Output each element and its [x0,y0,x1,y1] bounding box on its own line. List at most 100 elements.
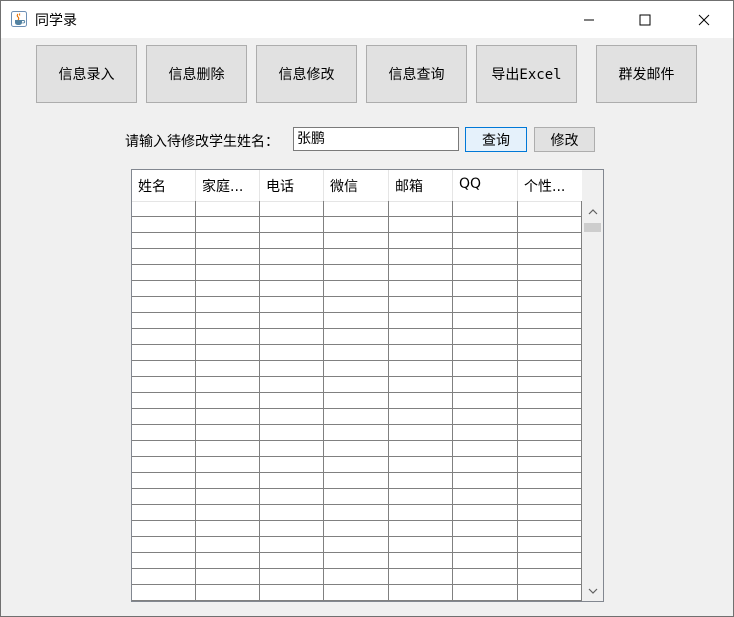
table-cell[interactable] [132,345,196,361]
table-cell[interactable] [260,585,324,601]
table-cell[interactable] [196,425,260,441]
table-row[interactable] [132,585,582,601]
table-row[interactable] [132,329,582,345]
table-cell[interactable] [453,457,518,473]
table-cell[interactable] [453,521,518,537]
table-cell[interactable] [132,569,196,585]
table-row[interactable] [132,313,582,329]
table-cell[interactable] [324,457,389,473]
table-cell[interactable] [132,489,196,505]
table-cell[interactable] [453,345,518,361]
table-cell[interactable] [389,217,453,233]
table-cell[interactable] [389,521,453,537]
table-cell[interactable] [518,441,582,457]
table-cell[interactable] [196,233,260,249]
table-cell[interactable] [324,297,389,313]
table-cell[interactable] [132,377,196,393]
table-row[interactable] [132,233,582,249]
table-cell[interactable] [453,553,518,569]
table-cell[interactable] [196,553,260,569]
vertical-scrollbar[interactable] [582,170,603,601]
table-cell[interactable] [389,313,453,329]
table-cell[interactable] [389,329,453,345]
table-cell[interactable] [518,265,582,281]
table-cell[interactable] [453,249,518,265]
table-row[interactable] [132,377,582,393]
table-cell[interactable] [324,553,389,569]
table-row[interactable] [132,409,582,425]
table-cell[interactable] [389,345,453,361]
table-cell[interactable] [453,265,518,281]
table-cell[interactable] [132,425,196,441]
table-cell[interactable] [132,409,196,425]
table-cell[interactable] [389,441,453,457]
table-cell[interactable] [196,537,260,553]
table-cell[interactable] [389,569,453,585]
info-modify-button[interactable]: 信息修改 [256,45,357,103]
table-cell[interactable] [260,537,324,553]
table-cell[interactable] [260,393,324,409]
table-cell[interactable] [132,361,196,377]
column-header-qq[interactable]: QQ [453,170,518,201]
table-row[interactable] [132,361,582,377]
table-cell[interactable] [260,345,324,361]
table-cell[interactable] [196,329,260,345]
table-cell[interactable] [389,393,453,409]
table-cell[interactable] [260,249,324,265]
table-cell[interactable] [132,281,196,297]
table-cell[interactable] [518,393,582,409]
table-row[interactable] [132,201,582,217]
table-cell[interactable] [132,521,196,537]
table-cell[interactable] [453,377,518,393]
table-cell[interactable] [389,457,453,473]
student-name-input[interactable]: 张鹏 [293,127,459,151]
table-cell[interactable] [324,345,389,361]
table-cell[interactable] [518,249,582,265]
maximize-button[interactable] [622,1,668,38]
table-cell[interactable] [324,217,389,233]
table-row[interactable] [132,489,582,505]
table-cell[interactable] [453,537,518,553]
table-cell[interactable] [518,473,582,489]
column-header-address[interactable]: 家庭... [196,170,260,201]
table-cell[interactable] [518,489,582,505]
table-cell[interactable] [324,393,389,409]
table-cell[interactable] [132,473,196,489]
table-cell[interactable] [453,489,518,505]
table-cell[interactable] [260,217,324,233]
table-cell[interactable] [324,489,389,505]
table-cell[interactable] [324,537,389,553]
column-header-email[interactable]: 邮箱 [389,170,453,201]
table-row[interactable] [132,393,582,409]
table-cell[interactable] [260,281,324,297]
table-cell[interactable] [260,473,324,489]
table-cell[interactable] [453,281,518,297]
table-cell[interactable] [196,201,260,217]
table-cell[interactable] [389,505,453,521]
table-cell[interactable] [196,521,260,537]
table-cell[interactable] [389,249,453,265]
table-cell[interactable] [324,233,389,249]
table-cell[interactable] [196,265,260,281]
close-button[interactable] [681,1,727,38]
table-cell[interactable] [453,313,518,329]
table-row[interactable] [132,473,582,489]
table-cell[interactable] [324,265,389,281]
table-cell[interactable] [324,329,389,345]
table-cell[interactable] [196,281,260,297]
table-cell[interactable] [453,473,518,489]
table-cell[interactable] [196,313,260,329]
table-cell[interactable] [324,361,389,377]
table-cell[interactable] [389,361,453,377]
table-cell[interactable] [453,201,518,217]
table-row[interactable] [132,281,582,297]
table-cell[interactable] [132,441,196,457]
table-cell[interactable] [324,521,389,537]
table-cell[interactable] [518,201,582,217]
table-cell[interactable] [389,201,453,217]
table-row[interactable] [132,249,582,265]
table-cell[interactable] [518,281,582,297]
table-cell[interactable] [132,553,196,569]
table-cell[interactable] [324,313,389,329]
table-row[interactable] [132,345,582,361]
